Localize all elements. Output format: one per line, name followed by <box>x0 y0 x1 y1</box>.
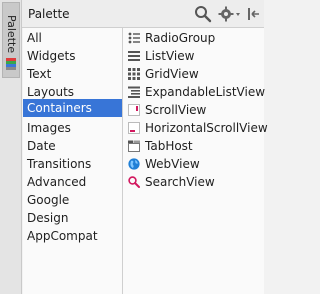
item-label: WebView <box>145 157 200 171</box>
palette-panel: Palette Palette All Widgets Text Layouts… <box>0 0 268 294</box>
item-label: HorizontalScrollView <box>145 121 268 135</box>
category-design[interactable]: Design <box>23 209 122 227</box>
category-date[interactable]: Date <box>23 137 122 155</box>
item-listview[interactable]: ListView <box>123 47 264 65</box>
category-label: AppCompat <box>27 229 98 243</box>
category-advanced[interactable]: Advanced <box>23 173 122 191</box>
item-label: ExpandableListView <box>145 85 266 99</box>
item-tabhost[interactable]: TabHost <box>123 137 264 155</box>
category-appcompat[interactable]: AppCompat <box>23 227 122 245</box>
item-radiogroup[interactable]: RadioGroup <box>123 29 264 47</box>
category-containers[interactable]: Containers <box>23 99 122 117</box>
expandable-list-icon <box>128 86 140 98</box>
item-scrollview[interactable]: ScrollView <box>123 101 264 119</box>
category-label: Transitions <box>27 157 92 171</box>
palette-icon <box>6 58 16 70</box>
item-label: ScrollView <box>145 103 207 117</box>
category-label: Design <box>27 211 69 225</box>
category-transitions[interactable]: Transitions <box>23 155 122 173</box>
category-images[interactable]: Images <box>23 119 122 137</box>
item-searchview[interactable]: SearchView <box>123 173 264 191</box>
item-webview[interactable]: WebView <box>123 155 264 173</box>
grid-view-icon <box>128 68 140 80</box>
search-icon[interactable] <box>194 5 212 23</box>
category-label: Containers <box>27 101 92 115</box>
category-all[interactable]: All <box>23 29 122 47</box>
item-label: RadioGroup <box>145 31 216 45</box>
scroll-view-icon <box>128 104 140 116</box>
palette-strip-tab[interactable]: Palette <box>2 2 20 78</box>
palette-strip-label: Palette <box>5 15 18 54</box>
item-label: GridView <box>145 67 199 81</box>
category-label: Text <box>27 67 52 81</box>
search-view-icon <box>128 176 140 188</box>
category-label: Date <box>27 139 56 153</box>
radio-group-icon <box>128 32 140 44</box>
widget-list: RadioGroup ListView GridView ExpandableL… <box>123 28 268 294</box>
category-label: Google <box>27 193 70 207</box>
category-list: All Widgets Text Layouts Containers Imag… <box>23 28 123 294</box>
category-label: All <box>27 31 42 45</box>
category-label: Advanced <box>27 175 87 189</box>
tool-window-strip: Palette <box>0 0 22 294</box>
category-label: Images <box>27 121 71 135</box>
settings-gear-icon[interactable] <box>218 5 242 23</box>
web-view-icon <box>128 158 140 170</box>
category-text[interactable]: Text <box>23 65 122 83</box>
category-label: Widgets <box>27 49 76 63</box>
category-google[interactable]: Google <box>23 191 122 209</box>
category-label: Layouts <box>27 85 75 99</box>
item-gridview[interactable]: GridView <box>123 65 264 83</box>
tab-host-icon <box>128 140 140 152</box>
list-view-icon <box>128 51 140 61</box>
hide-panel-icon[interactable] <box>246 5 260 23</box>
item-expandablelistview[interactable]: ExpandableListView <box>123 83 266 101</box>
item-label: TabHost <box>145 139 193 153</box>
item-horizontalscrollview[interactable]: HorizontalScrollView <box>123 119 268 137</box>
item-label: SearchView <box>145 175 215 189</box>
palette-title: Palette <box>28 7 70 21</box>
horizontal-scroll-icon <box>128 122 140 134</box>
category-widgets[interactable]: Widgets <box>23 47 122 65</box>
item-label: ListView <box>145 49 195 63</box>
palette-header: Palette <box>22 0 264 28</box>
